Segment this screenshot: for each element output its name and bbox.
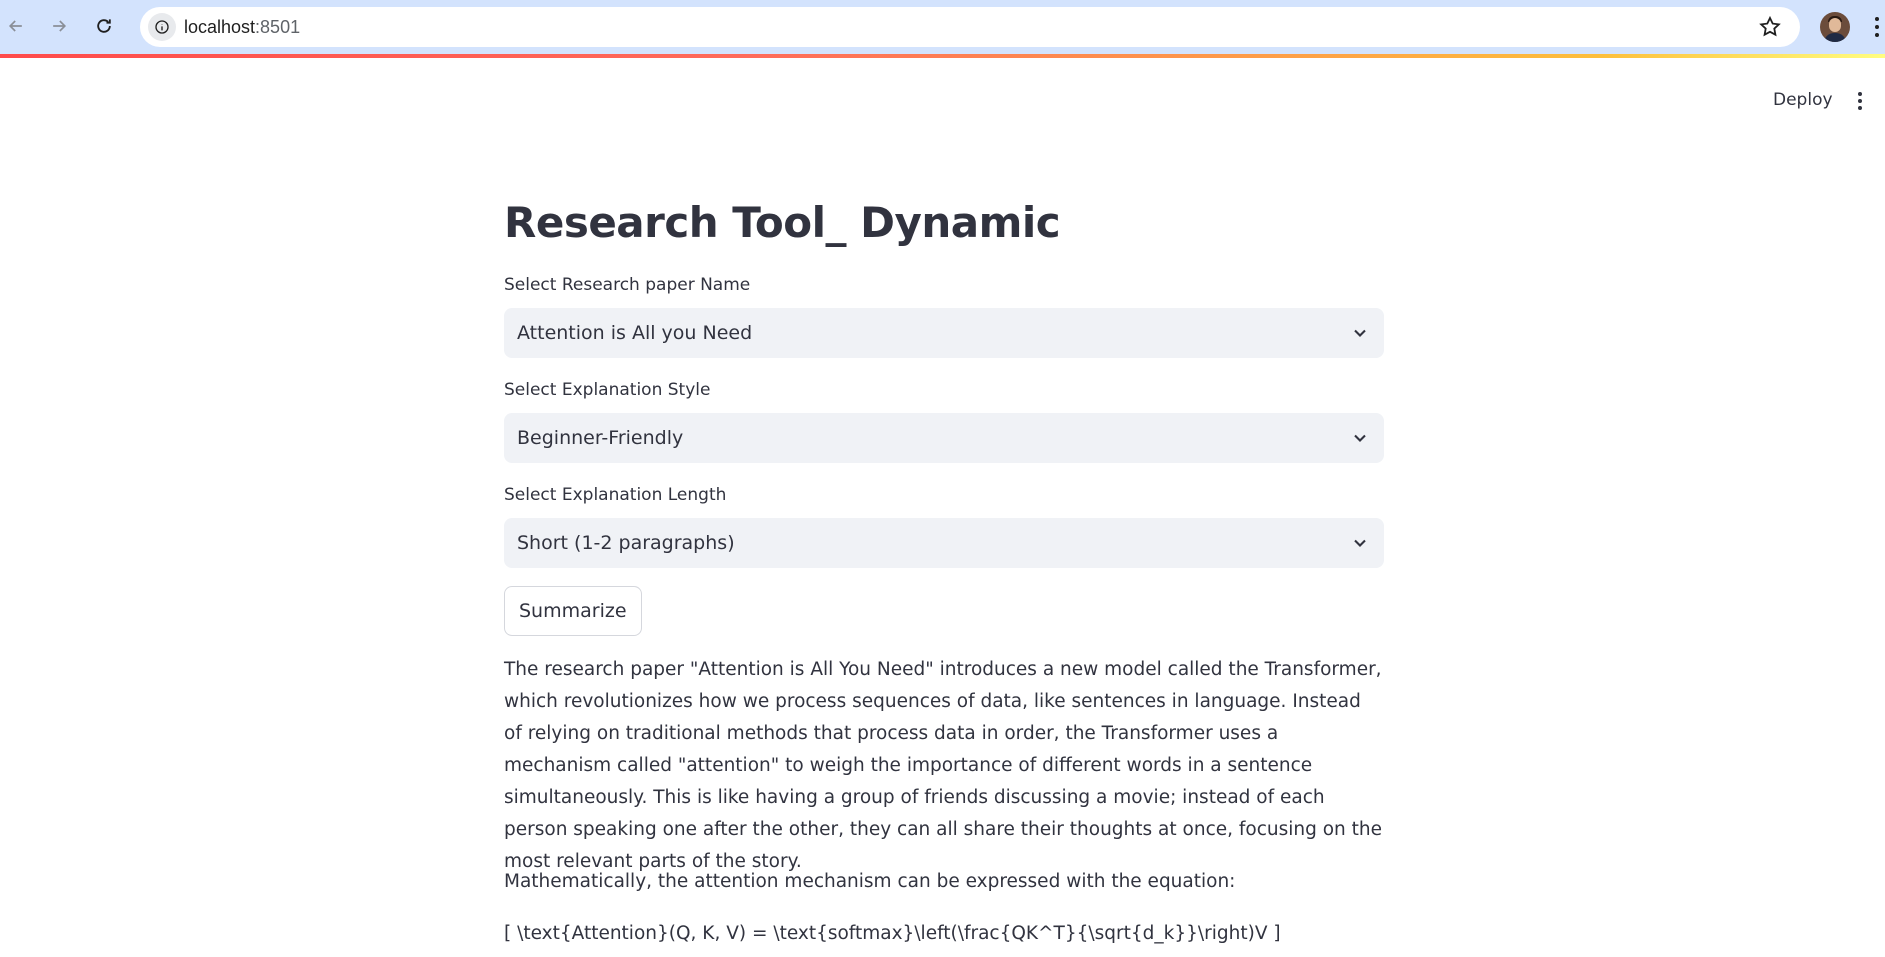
- style-select[interactable]: Beginner-Friendly: [504, 413, 1384, 463]
- deploy-button[interactable]: Deploy: [1773, 90, 1833, 110]
- summary-paragraph: The research paper "Attention is All You…: [504, 659, 1383, 872]
- chevron-down-icon: [1354, 539, 1366, 547]
- reload-icon[interactable]: [88, 10, 120, 42]
- length-select-field: Select Explanation Length Short (1-2 par…: [504, 484, 1384, 568]
- summarize-button[interactable]: Summarize: [504, 586, 642, 636]
- avatar[interactable]: [1820, 12, 1850, 42]
- summary-paragraph: Mathematically, the attention mechanism …: [504, 871, 1236, 892]
- back-arrow-icon[interactable]: [0, 10, 32, 42]
- select-value: Short (1-2 paragraphs): [517, 532, 735, 554]
- select-value: Beginner-Friendly: [517, 427, 684, 449]
- address-bar[interactable]: localhost:8501: [140, 7, 1800, 47]
- length-select[interactable]: Short (1-2 paragraphs): [504, 518, 1384, 568]
- field-label: Select Explanation Style: [504, 380, 711, 400]
- select-value: Attention is All you Need: [517, 322, 753, 344]
- chevron-down-icon: [1354, 434, 1366, 442]
- forward-arrow-icon[interactable]: [43, 10, 75, 42]
- kebab-menu-icon[interactable]: [1872, 13, 1882, 41]
- page-title: Research Tool_ Dynamic: [504, 198, 1061, 247]
- style-select-field: Select Explanation Style Beginner-Friend…: [504, 379, 1384, 463]
- equation-text: [ \text{Attention}(Q, K, V) = \text{soft…: [504, 923, 1281, 944]
- chevron-down-icon: [1354, 329, 1366, 337]
- field-label: Select Research paper Name: [504, 275, 751, 295]
- decoration-bar: [0, 54, 1885, 58]
- kebab-menu-icon[interactable]: [1856, 92, 1864, 110]
- paper-select[interactable]: Attention is All you Need: [504, 308, 1384, 358]
- field-label: Select Explanation Length: [504, 485, 727, 505]
- main-content: Research Tool_ Dynamic Select Research p…: [504, 190, 1384, 944]
- browser-toolbar: localhost:8501: [0, 0, 1885, 54]
- paper-select-field: Select Research paper Name Attention is …: [504, 274, 1384, 358]
- url-text[interactable]: localhost:8501: [184, 17, 300, 38]
- star-icon[interactable]: [1758, 15, 1782, 39]
- info-icon[interactable]: [148, 13, 176, 41]
